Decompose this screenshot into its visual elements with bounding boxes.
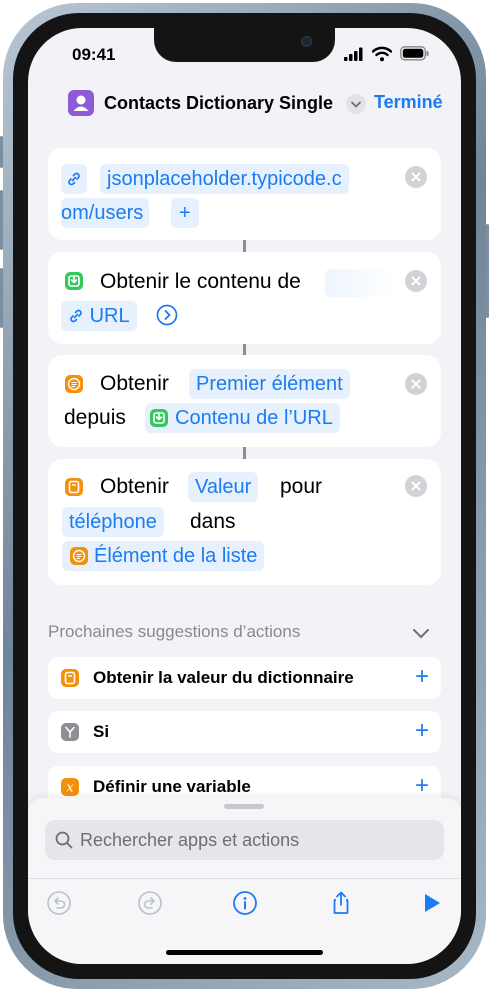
action-label: Obtenir le contenu de: [100, 270, 301, 293]
suggestion-label: Définir une variable: [93, 777, 251, 796]
camera: [301, 36, 312, 47]
redo-icon[interactable]: [137, 890, 163, 916]
home-indicator: [166, 950, 323, 955]
link-icon: [70, 309, 82, 323]
contact-person-icon: [73, 95, 89, 111]
remove-action-button[interactable]: [405, 270, 427, 292]
list-icon: [65, 375, 83, 393]
add-suggestion-button[interactable]: +: [415, 719, 429, 743]
collapse-suggestions-button[interactable]: [410, 622, 432, 644]
action-get-contents-card[interactable]: Obtenir le contenu de URL: [48, 252, 441, 344]
add-url-button[interactable]: +: [171, 198, 199, 228]
url-value-line2[interactable]: om/users: [61, 198, 150, 228]
close-icon: [411, 276, 421, 286]
action-url-card[interactable]: jsonplaceholder.typicode.c om/users +: [48, 148, 441, 240]
remove-action-button[interactable]: [405, 475, 427, 497]
sheet-grabber[interactable]: [224, 804, 264, 809]
download-icon: [65, 272, 83, 290]
remove-action-button[interactable]: [405, 166, 427, 188]
expand-options-button[interactable]: [156, 304, 178, 326]
shortcut-icon[interactable]: [68, 90, 94, 116]
chevron-down-icon: [413, 629, 429, 639]
info-icon[interactable]: [232, 890, 258, 916]
close-icon: [411, 379, 421, 389]
action-connector: [243, 240, 246, 252]
contents-of-url-variable[interactable]: Contenu de l’URL: [145, 403, 340, 433]
empty-method-field[interactable]: [325, 269, 395, 297]
battery-icon: [400, 46, 429, 61]
undo-icon[interactable]: [46, 890, 72, 916]
done-button[interactable]: Terminé: [374, 92, 443, 113]
branch-icon: [61, 723, 79, 741]
key-field[interactable]: téléphone: [62, 507, 164, 537]
svg-text:x: x: [66, 781, 74, 796]
list-item-variable[interactable]: Élément de la liste: [62, 541, 265, 571]
action-preposition-2: dans: [190, 510, 236, 533]
value-selector[interactable]: Valeur: [188, 472, 259, 502]
action-verb: Obtenir: [100, 372, 169, 395]
wifi-icon: [372, 46, 392, 62]
title-menu-button[interactable]: [346, 94, 366, 114]
variable-label: Contenu de l’URL: [175, 407, 333, 429]
add-suggestion-button[interactable]: +: [415, 774, 429, 798]
search-field[interactable]: Rechercher apps et actions: [45, 820, 444, 860]
remove-action-button[interactable]: [405, 373, 427, 395]
variable-x-icon: x: [61, 778, 79, 796]
suggestions-heading: Prochaines suggestions d’actions: [48, 622, 301, 641]
cellular-signal-icon: [344, 47, 363, 61]
actions-sheet: Rechercher apps et actions: [28, 798, 461, 964]
share-icon[interactable]: [328, 890, 354, 916]
suggestion-item[interactable]: Si +: [48, 711, 441, 753]
item-selector[interactable]: Premier élément: [189, 369, 350, 399]
close-icon: [411, 172, 421, 182]
action-connector: [243, 344, 246, 355]
notch: [154, 28, 335, 62]
url-variable-label: URL: [89, 305, 130, 327]
search-icon: [55, 831, 73, 849]
action-preposition: depuis: [64, 406, 126, 429]
shortcut-title[interactable]: Contacts Dictionary Single: [104, 93, 333, 114]
download-icon: [150, 409, 168, 427]
dictionary-icon: [61, 669, 79, 687]
list-icon: [70, 547, 88, 565]
dictionary-icon: [65, 478, 83, 496]
suggestion-label: Si: [93, 722, 110, 741]
action-verb: Obtenir: [100, 475, 169, 498]
url-value-line1[interactable]: jsonplaceholder.typicode.c: [100, 164, 349, 194]
search-placeholder: Rechercher apps et actions: [80, 830, 300, 850]
chevron-right-circle-icon: [156, 304, 178, 326]
close-icon: [411, 481, 421, 491]
suggestion-item[interactable]: Obtenir la valeur du dictionnaire +: [48, 657, 441, 699]
action-button: [0, 136, 3, 168]
url-variable[interactable]: URL: [61, 301, 137, 331]
run-play-icon[interactable]: [419, 890, 445, 916]
action-preposition: pour: [280, 475, 323, 498]
action-get-item-card[interactable]: Obtenir Premier élément depuis Contenu d…: [48, 355, 441, 447]
link-icon: [61, 164, 87, 194]
status-time: 09:41: [72, 45, 116, 64]
variable-label: Élément de la liste: [94, 545, 258, 567]
screen: 09:41 Contacts Dictionary Single Terminé: [28, 28, 461, 964]
add-suggestion-button[interactable]: +: [415, 665, 429, 689]
toolbar-divider: [28, 878, 461, 879]
volume-down-button: [0, 268, 3, 328]
chevron-down-icon: [351, 101, 361, 108]
suggestion-label: Obtenir la valeur du dictionnaire: [93, 668, 354, 687]
action-connector: [243, 447, 246, 459]
action-get-value-card[interactable]: Obtenir Valeur pour téléphone dans Éléme…: [48, 459, 441, 585]
volume-up-button: [0, 190, 3, 250]
